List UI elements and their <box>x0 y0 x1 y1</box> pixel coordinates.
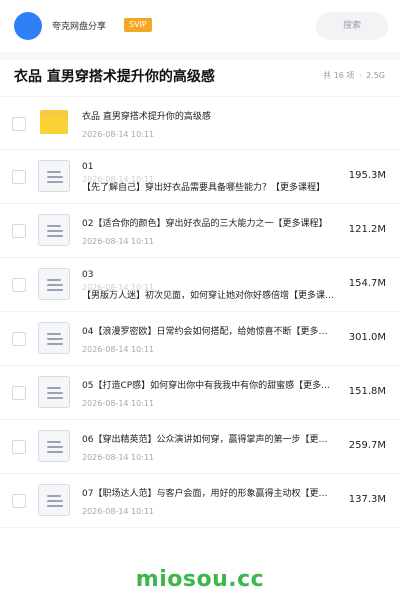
file-size: 195.3M <box>348 170 386 181</box>
document-icon <box>38 160 70 192</box>
search-input[interactable]: 搜索 <box>316 12 388 40</box>
file-name[interactable]: 02【适合你的颜色】穿出好衣品的三大能力之一【更多课程】 <box>82 216 336 229</box>
file-date: 2026-08-14 10:11 <box>82 453 155 462</box>
file-name[interactable]: 05【打造CP感】如何穿出你中有我我中有你的甜蜜感【更多课程】 <box>82 378 336 391</box>
list-item[interactable]: 03 2026-08-14 10:11 【男版万人迷】初次见面，如何穿让她对你好… <box>0 258 400 312</box>
file-size: 154.7M <box>348 278 386 289</box>
document-icon <box>38 430 70 462</box>
checkbox[interactable] <box>12 278 26 292</box>
checkbox[interactable] <box>12 440 26 454</box>
list-item[interactable]: 01 2026-08-14 10:11 【先了解自己】穿出好衣品需要具备哪些能力… <box>0 150 400 204</box>
file-date: 2026-08-14 10:11 <box>82 399 155 408</box>
share-owner-name: 夸克网盘分享 <box>52 22 107 32</box>
total-size: 2.5G <box>366 71 385 80</box>
file-name[interactable]: 【先了解自己】穿出好衣品需要具备哪些能力？【更多课程】 <box>82 180 338 193</box>
summary-separator: · <box>358 71 362 80</box>
checkbox[interactable] <box>12 117 26 131</box>
file-name[interactable]: 【男版万人迷】初次见面，如何穿让她对你好感倍增【更多课程】 <box>82 288 338 301</box>
file-name[interactable]: 04【浪漫罗密欧】日常约会如何搭配，给她惊喜不断【更多课程】 <box>82 324 336 337</box>
list-item[interactable]: 衣品 直男穿搭术提升你的高级感 2026-08-14 10:11 <box>0 96 400 150</box>
file-number: 01 <box>82 162 94 172</box>
file-date: 2026-08-14 10:11 <box>82 130 155 139</box>
document-icon <box>38 484 70 516</box>
file-date: 2026-08-14 10:11 <box>82 345 155 354</box>
file-size: 301.0M <box>348 332 386 343</box>
file-date: 2026-08-14 10:11 <box>82 237 155 246</box>
checkbox[interactable] <box>12 224 26 238</box>
page-title: 衣品 直男穿搭术提升你的高级感 <box>14 69 215 85</box>
file-size: 151.8M <box>348 386 386 397</box>
file-date: 2026-08-14 10:11 <box>82 507 155 516</box>
list-item[interactable]: 06【穿出精英范】公众演讲如何穿，赢得掌声的第一步【更多课程】 2026-08-… <box>0 420 400 474</box>
list-item[interactable]: 05【打造CP感】如何穿出你中有我我中有你的甜蜜感【更多课程】 2026-08-… <box>0 366 400 420</box>
checkbox[interactable] <box>12 494 26 508</box>
document-icon <box>38 376 70 408</box>
file-size: 121.2M <box>348 224 386 235</box>
svip-badge: SVIP <box>124 18 152 32</box>
section-divider <box>0 52 400 60</box>
list-item[interactable]: 02【适合你的颜色】穿出好衣品的三大能力之一【更多课程】 2026-08-14 … <box>0 204 400 258</box>
checkbox[interactable] <box>12 332 26 346</box>
site-watermark: miosou.cc <box>135 567 265 592</box>
file-name[interactable]: 07【职场达人范】与客户会面，用好的形象赢得主动权【更多课程】 <box>82 486 336 499</box>
folder-icon <box>40 110 68 134</box>
list-item[interactable]: 04【浪漫罗密欧】日常约会如何搭配，给她惊喜不断【更多课程】 2026-08-1… <box>0 312 400 366</box>
file-size: 137.3M <box>348 494 386 505</box>
checkbox[interactable] <box>12 170 26 184</box>
folder-summary: 共 16 项 · 2.5G <box>322 70 386 81</box>
footer: miosou.cc <box>0 560 400 600</box>
file-name[interactable]: 衣品 直男穿搭术提升你的高级感 <box>82 109 336 122</box>
file-size: 259.7M <box>348 440 386 451</box>
file-number: 03 <box>82 270 94 280</box>
document-icon <box>38 214 70 246</box>
file-name[interactable]: 06【穿出精英范】公众演讲如何穿，赢得掌声的第一步【更多课程】 <box>82 432 336 445</box>
top-bar: 夸克网盘分享 SVIP 搜索 <box>0 0 400 52</box>
item-count: 共 16 项 <box>323 71 355 80</box>
checkbox[interactable] <box>12 386 26 400</box>
file-list: 衣品 直男穿搭术提升你的高级感 2026-08-14 10:11 01 2026… <box>0 96 400 528</box>
list-item[interactable]: 07【职场达人范】与客户会面，用好的形象赢得主动权【更多课程】 2026-08-… <box>0 474 400 528</box>
avatar[interactable] <box>14 12 42 40</box>
document-icon <box>38 268 70 300</box>
document-icon <box>38 322 70 354</box>
